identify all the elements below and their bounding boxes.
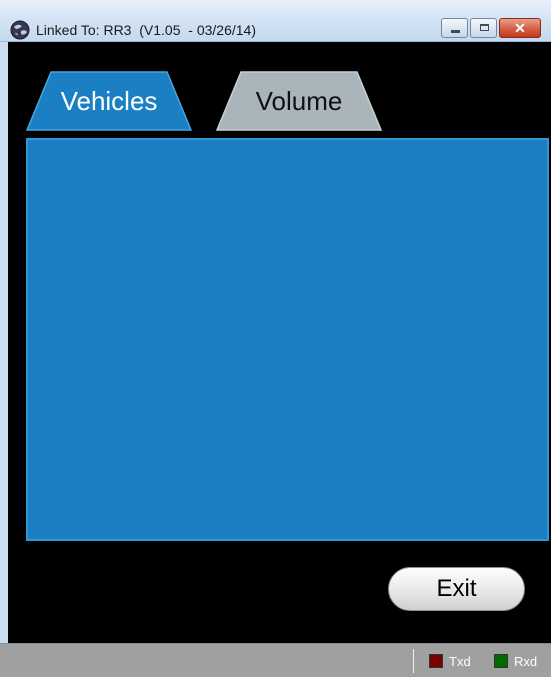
tab-content-panel (26, 138, 549, 541)
exit-button[interactable]: Exit (388, 567, 525, 611)
maximize-button[interactable] (470, 18, 497, 38)
rxd-label: Rxd (514, 653, 538, 669)
status-bar: Txd Rxd (0, 643, 551, 677)
close-icon: ✕ (514, 20, 526, 36)
rxd-indicator: Rxd (494, 652, 537, 670)
tab-vehicles[interactable]: Vehicles (26, 71, 192, 131)
tab-volume-label: Volume (255, 86, 343, 116)
minimize-icon (451, 30, 460, 33)
caption-buttons: ✕ (439, 18, 541, 40)
txd-led-icon (429, 654, 443, 668)
txd-indicator: Txd (429, 652, 471, 670)
maximize-icon (480, 24, 489, 31)
status-separator (413, 649, 414, 673)
window-title: Linked To: RR3 (V1.05 - 03/26/14) (36, 22, 256, 38)
close-button[interactable]: ✕ (499, 18, 541, 38)
globe-icon (10, 20, 30, 40)
tab-vehicles-label: Vehicles (60, 86, 158, 116)
app-window: Linked To: RR3 (V1.05 - 03/26/14) ✕ Vehi… (0, 0, 551, 677)
minimize-button[interactable] (441, 18, 468, 38)
txd-label: Txd (449, 653, 471, 669)
rxd-led-icon (494, 654, 508, 668)
client-area: Vehicles Volume Exit (8, 42, 551, 643)
title-bar[interactable]: Linked To: RR3 (V1.05 - 03/26/14) ✕ (0, 0, 551, 42)
tab-volume[interactable]: Volume (216, 71, 382, 131)
